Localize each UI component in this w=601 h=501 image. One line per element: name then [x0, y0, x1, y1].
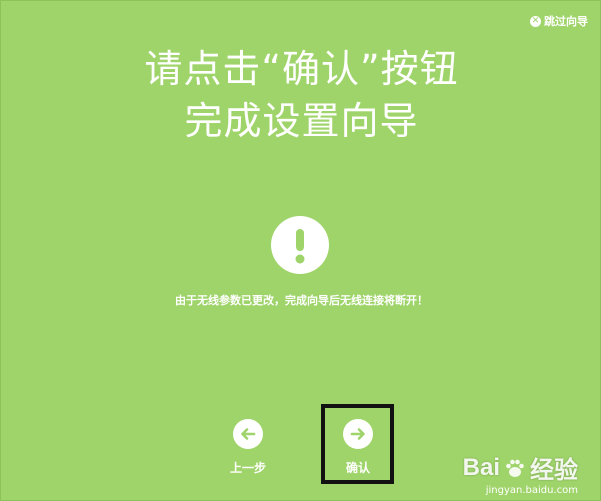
warning-message: 由于无线参数已更改，完成向导后无线连接将断开！	[175, 294, 428, 307]
title-line-2: 完成设置向导	[184, 99, 419, 143]
previous-step-button[interactable]: 上一步	[218, 419, 278, 476]
title-line-1: 请点击“确认”按钮	[144, 47, 459, 91]
watermark-brand-2: 经验	[530, 457, 578, 484]
wizard-panel: ✕ 跳过向导 请点击“确认”按钮 完成设置向导 由于无线参数已更改，完成向导后无…	[0, 0, 601, 501]
skip-wizard-button[interactable]: ✕ 跳过向导	[530, 13, 588, 29]
confirm-highlight-box	[321, 404, 394, 484]
baidu-jingyan-watermark: Bai 经验 jingyan.baidu.com	[462, 450, 578, 497]
page-title: 请点击“确认”按钮 完成设置向导	[1, 43, 601, 147]
watermark-brand: Bai	[462, 453, 500, 481]
close-circle-icon: ✕	[530, 15, 541, 27]
arrow-left-icon	[233, 419, 263, 449]
skip-wizard-label: 跳过向导	[544, 15, 588, 28]
previous-step-label: 上一步	[229, 461, 266, 475]
exclamation-icon	[271, 216, 329, 274]
paw-icon	[506, 459, 524, 477]
watermark-url: jingyan.baidu.com	[485, 485, 578, 496]
